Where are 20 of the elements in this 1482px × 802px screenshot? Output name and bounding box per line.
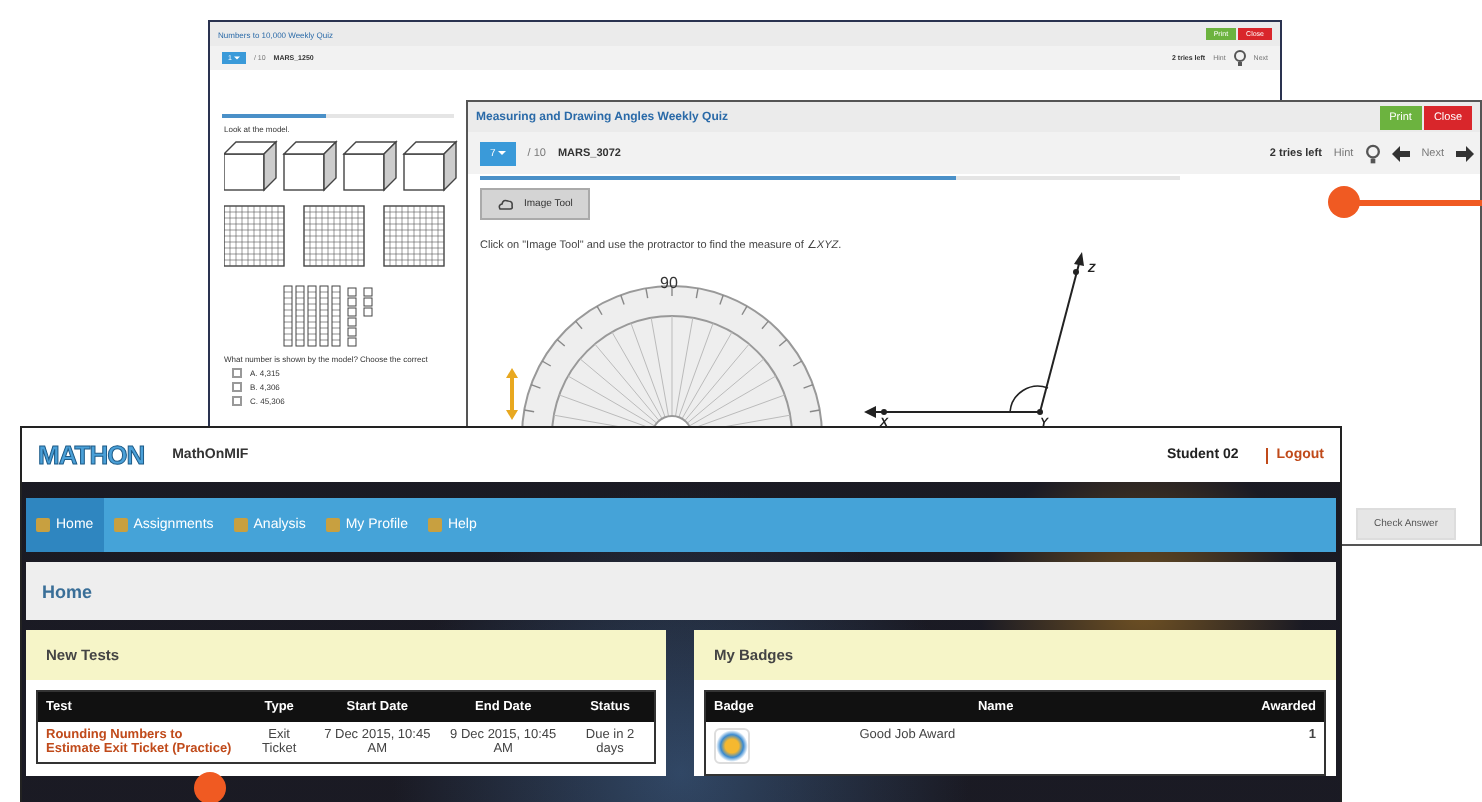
nav-icon (233, 518, 248, 532)
lightbulb-icon[interactable] (1365, 143, 1380, 163)
protractor-label: 90 (660, 274, 678, 292)
nav-icon (427, 518, 442, 532)
page-title: Home (42, 581, 93, 601)
caret-icon (233, 56, 240, 60)
option-checkbox[interactable] (232, 381, 242, 391)
nav-icon (36, 518, 50, 532)
right-arrow-icon[interactable] (1456, 145, 1474, 161)
cloud-icon (498, 198, 514, 210)
lightbulb-icon[interactable] (1233, 50, 1246, 66)
logo: MATHON (38, 440, 145, 470)
nav-icon (325, 518, 340, 532)
option-checkbox[interactable] (232, 395, 242, 405)
nav-icon (113, 518, 128, 532)
leader-line (1356, 200, 1482, 206)
caret-icon (497, 150, 506, 156)
left-arrow-icon[interactable] (1391, 145, 1410, 161)
badge-icon (714, 728, 750, 764)
option-checkbox[interactable] (232, 367, 242, 377)
